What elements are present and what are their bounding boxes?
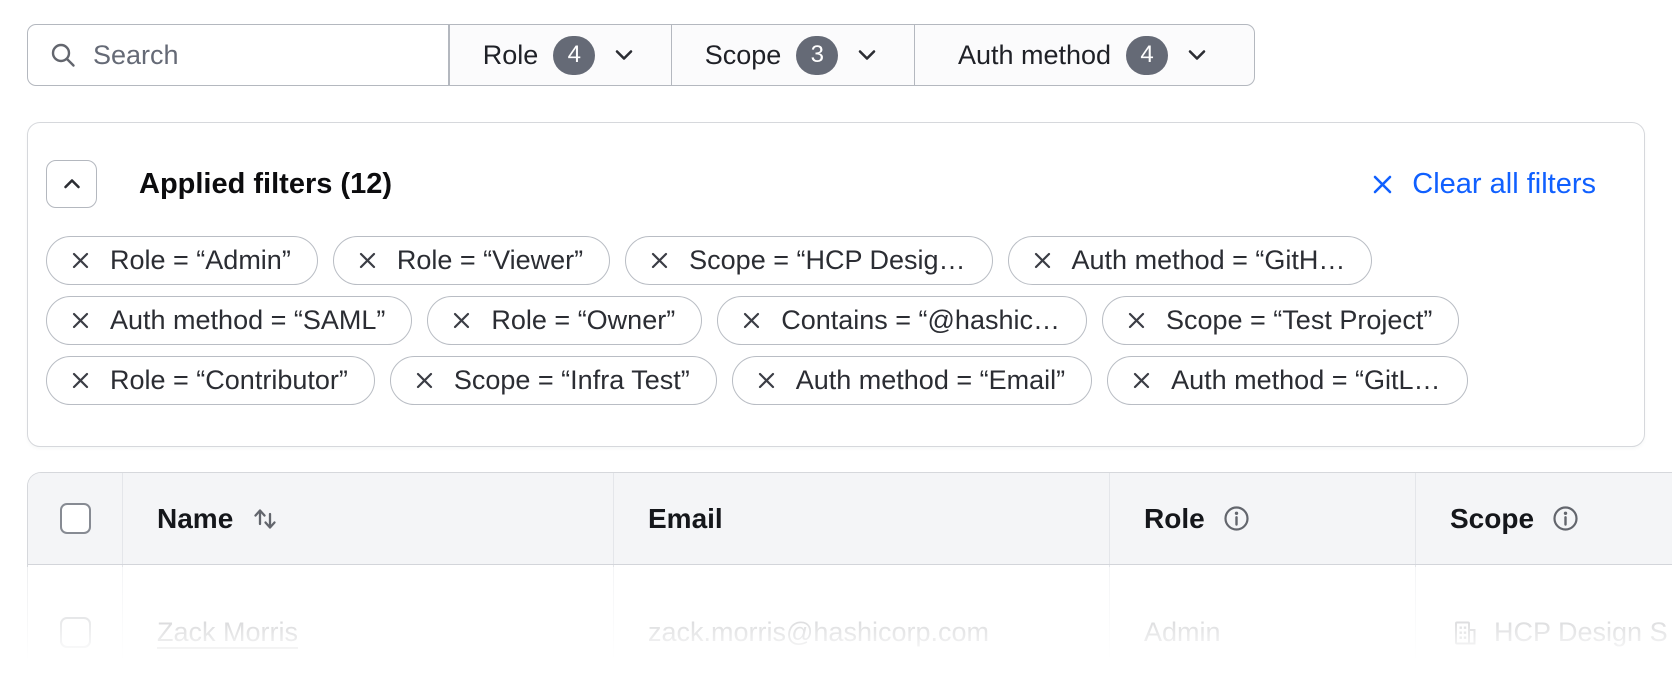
sort-icon[interactable]: [249, 503, 281, 535]
filter-chip[interactable]: Scope = “Test Project”: [1102, 296, 1459, 345]
x-icon[interactable]: [648, 249, 671, 272]
x-icon[interactable]: [413, 369, 436, 392]
x-icon[interactable]: [1125, 309, 1148, 332]
user-email: zack.morris@hashicorp.com: [648, 617, 989, 648]
x-icon: [1369, 171, 1396, 198]
column-header-email: Email: [614, 473, 1110, 564]
table-header-row: Name Email Role: [28, 473, 1672, 565]
filter-chip[interactable]: Scope = “Infra Test”: [390, 356, 717, 405]
filter-chip-label: Scope = “Test Project”: [1166, 305, 1432, 336]
filter-chip-label: Contains = “@hashic…: [781, 305, 1060, 336]
column-header-email-label: Email: [648, 503, 723, 535]
search-input[interactable]: [93, 40, 428, 71]
filter-chip-label: Role = “Viewer”: [397, 245, 583, 276]
filter-chip[interactable]: Contains = “@hashic…: [717, 296, 1087, 345]
user-name-link[interactable]: Zack Morris: [157, 617, 298, 648]
role-filter-count-badge: 4: [553, 36, 595, 75]
column-header-name-label: Name: [157, 503, 233, 535]
chevron-down-icon: [1183, 41, 1211, 69]
filter-chip[interactable]: Role = “Viewer”: [333, 236, 610, 285]
filter-chip-label: Auth method = “GitH…: [1072, 245, 1346, 276]
applied-filters-title: Applied filters (12): [139, 168, 392, 201]
x-icon[interactable]: [1130, 369, 1153, 392]
filter-bar: Role 4 Scope 3 Auth method 4: [27, 24, 1255, 86]
select-all-checkbox[interactable]: [60, 503, 91, 534]
filter-chip[interactable]: Role = “Admin”: [46, 236, 318, 285]
filter-chip[interactable]: Auth method = “Email”: [732, 356, 1092, 405]
scope-filter-dropdown[interactable]: Scope 3: [672, 24, 915, 86]
chevron-down-icon: [853, 41, 881, 69]
scope-filter-label: Scope: [705, 40, 782, 71]
chevron-down-icon: [610, 41, 638, 69]
filter-chip-label: Role = “Contributor”: [110, 365, 348, 396]
x-icon[interactable]: [1031, 249, 1054, 272]
table-row: Zack Morris zack.morris@hashicorp.com Ad…: [28, 565, 1672, 690]
auth-method-filter-dropdown[interactable]: Auth method 4: [915, 24, 1255, 86]
users-table: Name Email Role: [27, 472, 1672, 690]
filter-chip-label: Scope = “Infra Test”: [454, 365, 690, 396]
name-cell: Zack Morris: [123, 565, 614, 690]
filter-chip-label: Role = “Owner”: [491, 305, 675, 336]
filter-chip-label: Auth method = “SAML”: [110, 305, 385, 336]
search-box[interactable]: [27, 24, 449, 86]
role-filter-dropdown[interactable]: Role 4: [449, 24, 672, 86]
role-filter-label: Role: [483, 40, 539, 71]
collapse-filters-button[interactable]: [46, 160, 97, 208]
email-cell: zack.morris@hashicorp.com: [614, 565, 1110, 690]
role-cell: Admin: [1110, 565, 1416, 690]
applied-filters-panel: Applied filters (12) Clear all filters R…: [27, 122, 1645, 447]
filter-chip-label: Auth method = “Email”: [796, 365, 1065, 396]
filter-chip-label: Scope = “HCP Desig…: [689, 245, 965, 276]
x-icon[interactable]: [356, 249, 379, 272]
clear-all-filters-label: Clear all filters: [1412, 168, 1596, 201]
auth-method-filter-label: Auth method: [958, 40, 1111, 71]
column-header-name[interactable]: Name: [123, 473, 614, 564]
column-header-role: Role: [1110, 473, 1416, 564]
column-header-role-label: Role: [1144, 503, 1205, 535]
select-all-cell: [28, 473, 123, 564]
applied-filters-header: Applied filters (12) Clear all filters: [28, 123, 1644, 208]
filter-chip[interactable]: Scope = “HCP Desig…: [625, 236, 992, 285]
x-icon[interactable]: [69, 369, 92, 392]
x-icon[interactable]: [740, 309, 763, 332]
column-header-scope-label: Scope: [1450, 503, 1534, 535]
filter-chip[interactable]: Auth method = “SAML”: [46, 296, 412, 345]
user-role: Admin: [1144, 617, 1221, 648]
filter-chip[interactable]: Auth method = “GitL…: [1107, 356, 1467, 405]
row-checkbox[interactable]: [60, 617, 91, 648]
x-icon[interactable]: [69, 309, 92, 332]
auth-method-filter-count-badge: 4: [1126, 36, 1168, 75]
scope-filter-count-badge: 3: [796, 36, 838, 75]
filter-chip[interactable]: Role = “Owner”: [427, 296, 702, 345]
chevron-up-icon: [59, 171, 85, 197]
filter-chip[interactable]: Role = “Contributor”: [46, 356, 375, 405]
x-icon[interactable]: [69, 249, 92, 272]
filter-chip[interactable]: Auth method = “GitH…: [1008, 236, 1373, 285]
column-header-scope: Scope: [1416, 473, 1672, 564]
search-icon: [48, 40, 78, 70]
x-icon[interactable]: [450, 309, 473, 332]
filter-chip-label: Role = “Admin”: [110, 245, 291, 276]
filter-chip-label: Auth method = “GitL…: [1171, 365, 1440, 396]
filter-chips: Role = “Admin” Role = “Viewer” Scope = “…: [28, 208, 1644, 405]
row-select-cell: [28, 565, 123, 690]
clear-all-filters-link[interactable]: Clear all filters: [1369, 168, 1596, 201]
org-building-icon: [1450, 618, 1480, 648]
scope-cell: HCP Design S: [1416, 565, 1672, 690]
info-icon[interactable]: [1221, 503, 1252, 534]
filter-dropdown-group: Role 4 Scope 3 Auth method 4: [449, 24, 1255, 86]
x-icon[interactable]: [755, 369, 778, 392]
user-scope: HCP Design S: [1494, 617, 1668, 648]
info-icon[interactable]: [1550, 503, 1581, 534]
